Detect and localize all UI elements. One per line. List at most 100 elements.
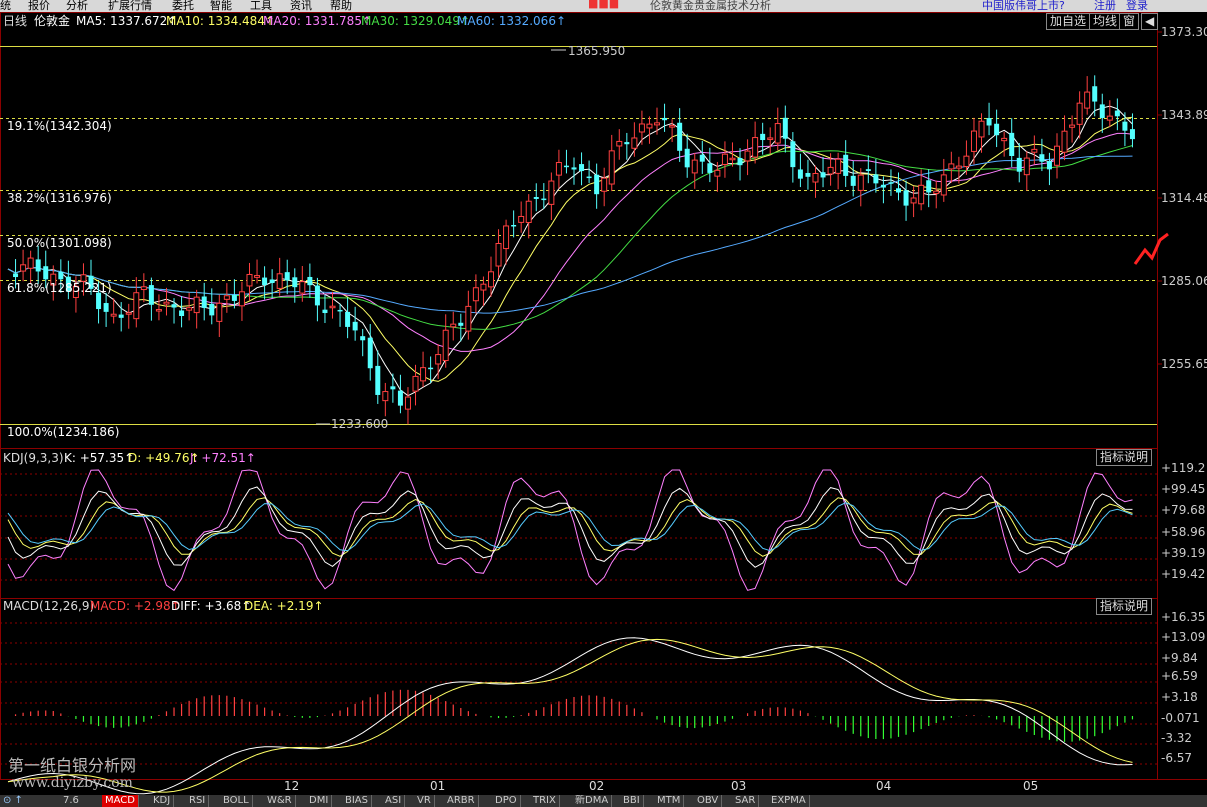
candle-body-down [103,303,109,312]
tab-bias[interactable]: BIAS [342,795,372,807]
ma5-line [7,105,1133,397]
tab-expma[interactable]: EXPMA [768,795,810,807]
speed-icon: ⊙ ↑ [3,795,23,806]
kdj-d-line [7,497,1133,557]
menu-item-smart[interactable]: 智能 [210,0,232,12]
ad-link[interactable]: 中国版伟哥上市? [982,0,1065,12]
candle-body-up [404,396,411,410]
candle-body-up [480,283,487,291]
menu-item-help[interactable]: 帮助 [330,0,352,12]
ma-toggle-button[interactable]: 均线 [1089,13,1122,30]
candle-body-up [420,367,427,382]
candle-body-down [926,180,932,193]
menu-item-tools[interactable]: 工具 [250,0,272,12]
tab-arbr[interactable]: ARBR [444,795,479,807]
candle-body-up [654,122,661,126]
macd-dea-readout: DEA: +2.19↑ [244,599,324,613]
tab-wr[interactable]: W&R [264,795,296,807]
candle-body-down [201,296,207,308]
menu-item-order[interactable]: 委托 [172,0,194,12]
candle-body-down [58,271,64,280]
tab-mtm[interactable]: MTM [654,795,685,807]
candle-body-up [465,305,472,332]
window-button[interactable]: 窗 [1119,13,1140,30]
menu-item-extended[interactable]: 扩展行情 [108,0,152,12]
candle-body-down [1039,154,1045,162]
candle-body-down [209,303,215,316]
panel-border [0,12,1158,449]
price-tick: 1285.069 [1161,274,1207,288]
macd-tick: +13.09 [1161,630,1206,644]
tab-sar[interactable]: SAR [732,795,760,807]
kdj-tick: +119.2 [1161,461,1206,475]
candle-body-down [684,148,690,168]
candle-body-up [1084,91,1091,109]
kdj-title: KDJ(9,3,3) [3,451,64,465]
tab-obv[interactable]: OBV [694,795,723,807]
candle-body-up [1106,115,1113,121]
register-link[interactable]: 注册 [1094,0,1116,12]
tab-kdj[interactable]: KDJ [150,795,175,807]
tab-bbi[interactable]: BBI [620,795,644,807]
macd-tick: -3.32 [1161,731,1193,745]
tab-vr[interactable]: VR [414,795,435,807]
tab-dpo[interactable]: DPO [492,795,521,807]
candle-body-down [1046,161,1052,170]
overlay-marks [316,49,1169,425]
tab-new-dma[interactable]: 新DMA [572,795,613,807]
candle-body-down [375,365,381,395]
candle-body-up [729,157,736,161]
candle-body-up [133,292,140,320]
candle-body-up [933,190,940,194]
candle-body-up [503,225,510,250]
candle-body-up [669,125,676,128]
tab-rsi[interactable]: RSI [186,795,210,807]
candle-body-down [760,133,766,141]
candle-body-down [896,188,902,193]
macd-title: MACD(12,26,9) [3,599,95,613]
candle-body-down [292,277,298,288]
chart-canvas[interactable] [0,12,1207,795]
candle-body-up [125,312,132,315]
candle-body-down [805,172,811,177]
watermark-url: www.diyizby.com [12,775,133,791]
candle-body-up [518,215,525,223]
candle-body-down [903,190,909,206]
candle-body-down [43,266,49,280]
tab-macd[interactable]: MACD [102,795,139,807]
candle-body-up [752,137,759,158]
menu-item-news[interactable]: 资讯 [290,0,312,12]
macd-tick: +6.59 [1161,669,1198,683]
menu-bar: 统 报价 分析 扩展行情 委托 智能 工具 资讯 帮助 ■■■ 伦敦黄金贵金属技… [0,0,1207,12]
tab-trix[interactable]: TRIX [530,795,560,807]
candle-body-up [970,130,977,152]
menu-item-analysis[interactable]: 分析 [66,0,88,12]
collapse-arrow-icon[interactable]: ◀ [1141,13,1159,30]
month-label: 01 [430,779,446,793]
candle-body-up [495,243,502,267]
kdj-help-button[interactable]: 指标说明 [1096,449,1153,466]
indicator-tab-bar: ⊙ ↑ 7.6 MACD KDJ RSI BOLL W&R DMI BIAS A… [0,795,1207,807]
candle-body-down [541,198,547,201]
fib-label-50: 50.0%(1301.098) [7,236,112,250]
candle-body-up [774,123,781,144]
menu-item-quote[interactable]: 报价 [28,0,50,12]
tab-boll[interactable]: BOLL [220,795,253,807]
candle-body-down [797,169,803,179]
candle-body-up [955,165,962,169]
candle-body-down [511,224,517,227]
tab-asi[interactable]: ASI [382,795,406,807]
candle-body-down [820,172,826,178]
candle-body-down [790,141,796,168]
macd-help-button[interactable]: 指标说明 [1096,598,1153,615]
ma20-readout: MA20: 1331.785↑ [263,14,373,28]
price-tick: 1373.304 [1161,25,1207,39]
add-favorite-button[interactable]: 加自选 [1046,13,1091,30]
period-label[interactable]: 日线 [3,14,27,28]
login-link[interactable]: 登录 [1126,0,1148,12]
menu-item-system[interactable]: 统 [0,0,11,12]
candle-body-down [994,123,1000,136]
kdj-tick: +79.68 [1161,503,1206,517]
candle-body-up [487,271,494,288]
tab-dmi[interactable]: DMI [306,795,333,807]
